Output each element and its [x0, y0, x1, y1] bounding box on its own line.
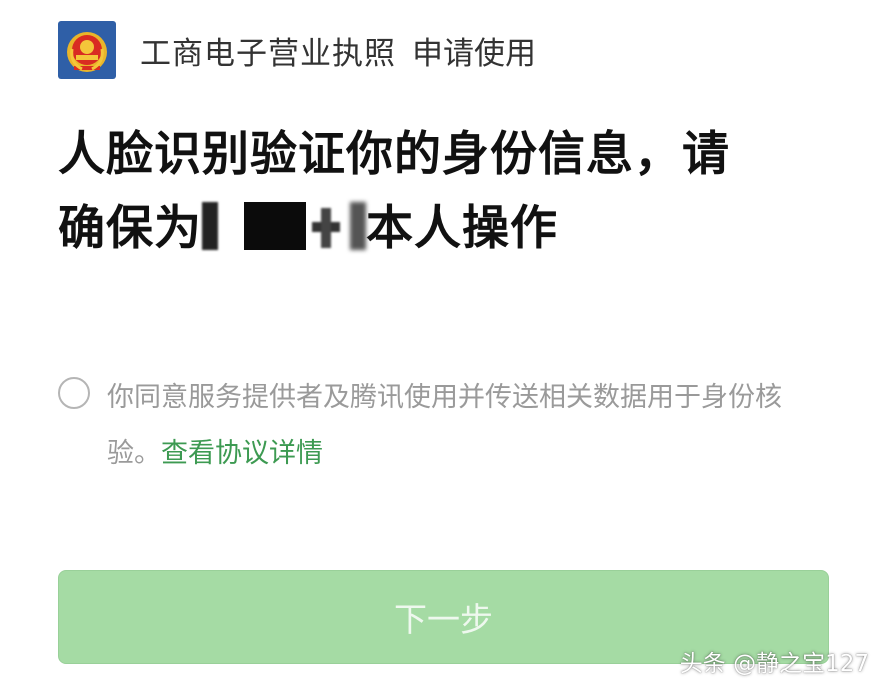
national-emblem-icon: [58, 21, 116, 79]
app-name: 工商电子营业执照: [140, 35, 396, 72]
redacted-name-block-2: [244, 202, 306, 250]
headline-suffix: 本人操作: [366, 201, 558, 256]
headline-line-1: 人脸识别验证你的身份信息，请: [58, 127, 730, 182]
redacted-name-block: [202, 202, 218, 250]
consent-text: 你同意服务提供者及腾讯使用并传送相关数据用于身份核验。查看协议详情: [107, 370, 822, 482]
watermark: 头条 @静之宝127: [679, 651, 869, 677]
agree-radio[interactable]: [58, 377, 90, 409]
redacted-name-block-3: [350, 202, 366, 250]
headline-line-2: 确保为 本人操作: [58, 192, 848, 266]
consent-row: 你同意服务提供者及腾讯使用并传送相关数据用于身份核验。查看协议详情: [58, 370, 828, 482]
redacted-name-mark: [306, 202, 342, 250]
page-title: 人脸识别验证你的身份信息，请 确保为 本人操作: [58, 118, 848, 266]
headline-prefix: 确保为: [58, 201, 202, 256]
app-header: 工商电子营业执照 申请使用: [58, 20, 536, 80]
face-verification-page: 工商电子营业执照 申请使用 人脸识别验证你的身份信息，请 确保为 本人操作 你同意…: [0, 0, 887, 694]
agreement-link[interactable]: 查看协议详情: [161, 438, 323, 469]
app-action: 申请使用: [412, 35, 536, 72]
